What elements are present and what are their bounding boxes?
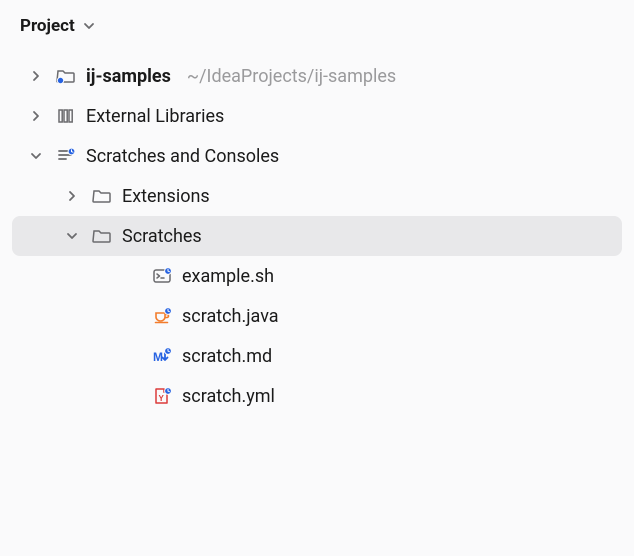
chevron-down-icon [81,18,97,34]
node-label: ij-samples [86,66,171,87]
node-label: scratch.md [182,346,272,367]
folder-icon [90,224,114,248]
tree-node-scratches[interactable]: Scratches [12,216,622,256]
node-label: External Libraries [86,106,224,127]
chevron-right-icon[interactable] [62,186,82,206]
project-tree: ij-samples ~/IdeaProjects/ij-samples Ext… [0,50,634,426]
node-label: Scratches [122,226,202,247]
project-tool-title: Project [20,16,75,36]
node-label: scratch.yml [182,386,275,407]
node-label: Extensions [122,186,210,207]
tree-node-ij-samples[interactable]: ij-samples ~/IdeaProjects/ij-samples [12,56,622,96]
node-label: Scratches and Consoles [86,146,279,167]
tree-node-extensions[interactable]: Extensions [12,176,622,216]
tree-node-scratch-yml[interactable]: scratch.yml [12,376,622,416]
tree-node-example-sh[interactable]: example.sh [12,256,622,296]
libraries-icon [54,104,78,128]
node-label: example.sh [182,266,274,287]
chevron-right-icon[interactable] [26,106,46,126]
chevron-right-icon[interactable] [26,66,46,86]
tree-node-scratch-java[interactable]: scratch.java [12,296,622,336]
java-file-icon [150,304,174,328]
shell-file-icon [150,264,174,288]
tree-node-external-libraries[interactable]: External Libraries [12,96,622,136]
scratches-root-icon [54,144,78,168]
node-label: scratch.java [182,306,279,327]
project-folder-icon [54,64,78,88]
project-tool-header[interactable]: Project [0,6,634,50]
chevron-down-icon[interactable] [62,226,82,246]
node-hint: ~/IdeaProjects/ij-samples [187,66,396,87]
yaml-file-icon [150,384,174,408]
markdown-file-icon [150,344,174,368]
chevron-down-icon[interactable] [26,146,46,166]
tree-node-scratch-md[interactable]: scratch.md [12,336,622,376]
tree-node-scratches-consoles[interactable]: Scratches and Consoles [12,136,622,176]
folder-icon [90,184,114,208]
